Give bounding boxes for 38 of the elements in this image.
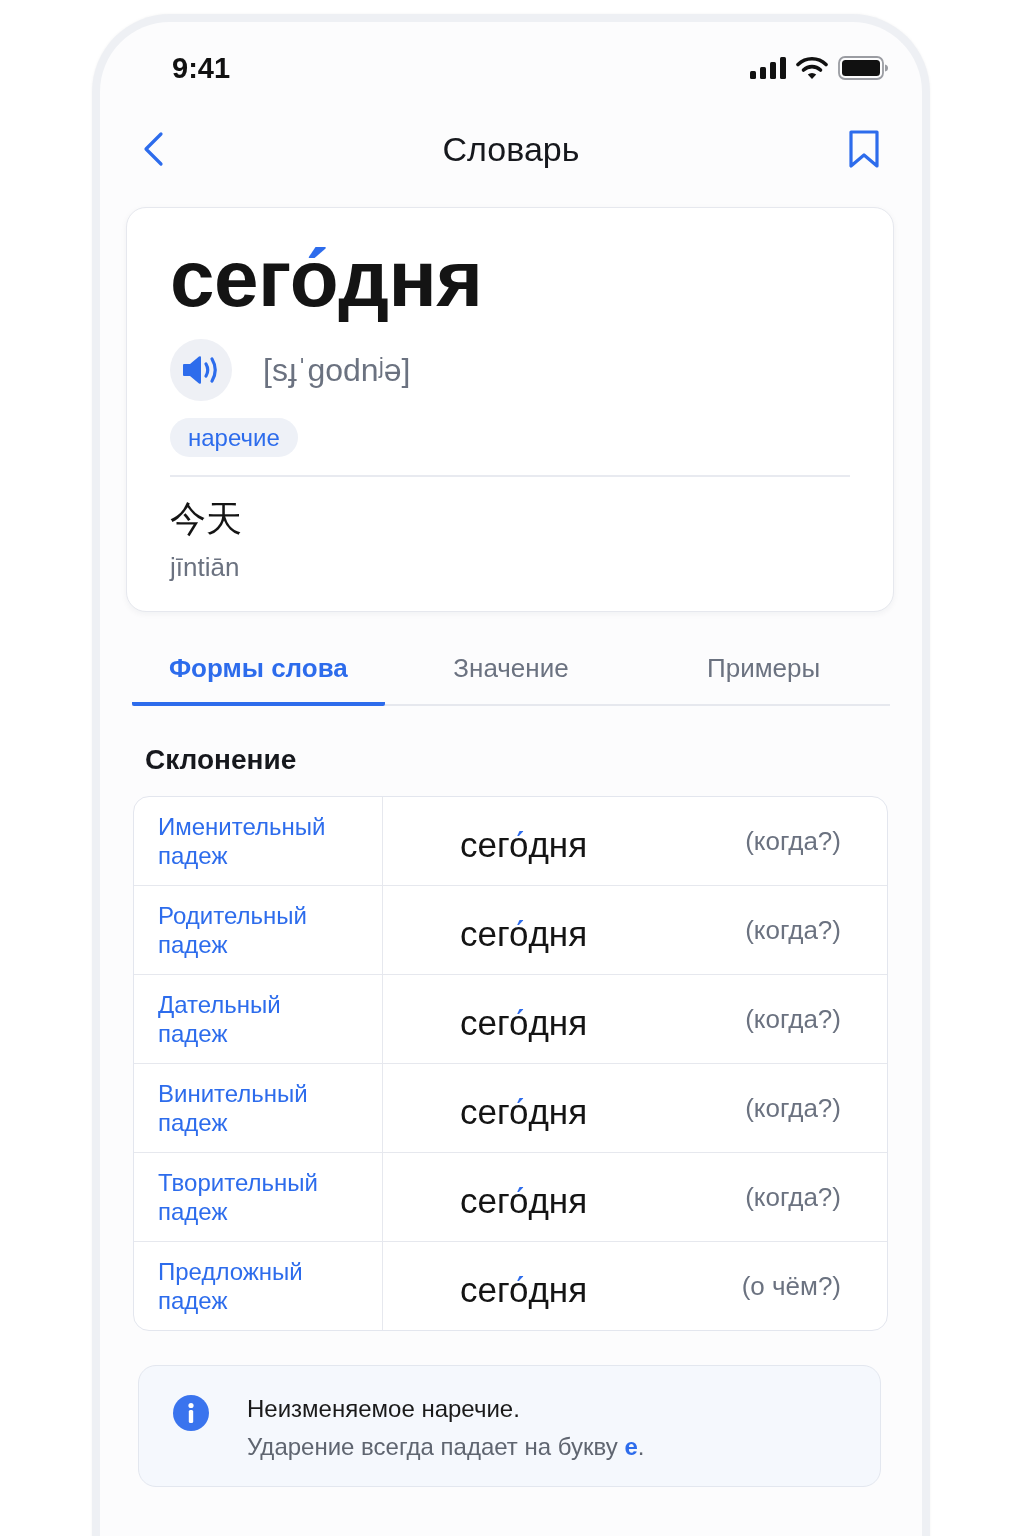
case-question: (когда?) xyxy=(745,1091,841,1124)
word-form: сего́дня xyxy=(460,823,588,866)
word-form: сего́дня xyxy=(460,1090,588,1133)
screen-title: Словарь xyxy=(442,129,580,169)
transcription: [sɟˈgodnʲə] xyxy=(263,351,411,390)
back-button[interactable] xyxy=(142,131,164,167)
case-label: Родительный падеж xyxy=(158,900,307,959)
word-form: сего́дня xyxy=(460,912,588,955)
case-label: Предложный падеж xyxy=(158,1256,303,1315)
info-icon xyxy=(173,1394,209,1431)
pinyin: jīntiān xyxy=(170,550,241,583)
tab[interactable]: Формы слова xyxy=(132,639,385,706)
case-question: (о чём?) xyxy=(741,1269,841,1302)
back-icon xyxy=(142,131,164,167)
word-form: сего́дня xyxy=(460,1001,588,1044)
word-form: сего́дня xyxy=(460,1268,588,1311)
bookmark-icon xyxy=(848,129,880,169)
case-question: (когда?) xyxy=(745,1002,841,1035)
case-label: Винительный падеж xyxy=(158,1078,308,1137)
note-text: Ударение всегда падает на букву е. xyxy=(247,1431,645,1462)
note-title: Неизменяемое наречие. xyxy=(247,1393,521,1424)
case-label: Именительный падеж xyxy=(158,811,326,870)
case-question: (когда?) xyxy=(745,1180,841,1213)
signal-icon xyxy=(750,57,786,79)
wifi-icon xyxy=(796,56,828,80)
bookmark-button[interactable] xyxy=(848,129,880,169)
case-question: (когда?) xyxy=(745,824,841,857)
word-form: сего́дня xyxy=(460,1179,588,1222)
case-question: (когда?) xyxy=(745,913,841,946)
tab[interactable]: Значение xyxy=(384,639,638,706)
battery-icon xyxy=(838,56,888,80)
case-label: Творительный падеж xyxy=(158,1167,318,1226)
section-title: Склонение xyxy=(145,742,298,777)
part-of-speech-tag: наречие xyxy=(170,418,298,457)
status-time: 9:41 xyxy=(172,52,231,84)
translation: 今天 xyxy=(170,496,243,541)
tab[interactable]: Примеры xyxy=(637,639,890,706)
case-label: Дательный падеж xyxy=(158,989,281,1048)
